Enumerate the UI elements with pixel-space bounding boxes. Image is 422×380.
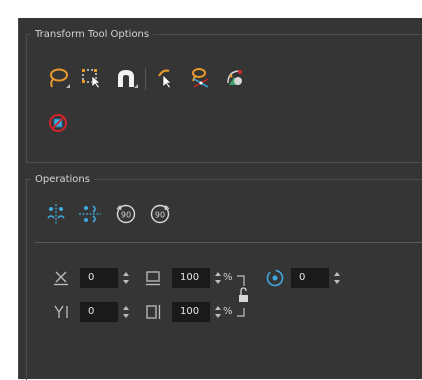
flip-horizontal-button[interactable] xyxy=(43,202,69,226)
width-field[interactable]: 100 xyxy=(172,268,210,288)
y-offset-field[interactable]: 0 xyxy=(80,302,118,322)
flip-vertical-icon xyxy=(78,203,102,225)
marquee-button[interactable] xyxy=(79,66,105,90)
rotate-90-cw-icon: 90 xyxy=(148,203,172,225)
rotate-90-cw-button[interactable]: 90 xyxy=(147,202,173,226)
angle-spinner[interactable] xyxy=(334,272,340,284)
y-offset-spinner[interactable] xyxy=(123,306,129,318)
height-spinner[interactable] xyxy=(215,306,221,318)
operations-group: Operations 90 90 0 100 % 0 0 100 % xyxy=(26,173,422,380)
rotate-90-ccw-icon: 90 xyxy=(114,203,138,225)
snap-button[interactable] xyxy=(113,66,139,90)
pivot-edit-button[interactable] xyxy=(187,66,213,90)
width-spinner[interactable] xyxy=(215,272,221,284)
y-offset-icon xyxy=(53,304,71,324)
height-field[interactable]: 100 xyxy=(172,302,210,322)
x-offset-spinner[interactable] xyxy=(123,272,129,284)
marquee-select-icon xyxy=(80,67,104,89)
pivot-edit-icon xyxy=(188,67,212,89)
flatten-button[interactable] xyxy=(45,111,71,135)
angle-field[interactable]: 0 xyxy=(291,268,329,288)
x-offset-field[interactable]: 0 xyxy=(80,268,118,288)
transform-tool-options-title: Transform Tool Options xyxy=(31,28,154,42)
x-offset-icon xyxy=(53,270,69,290)
flatten-icon xyxy=(46,112,70,134)
lock-ratio-icon[interactable] xyxy=(235,274,251,322)
height-icon xyxy=(145,304,161,324)
apply-to-all-button[interactable] xyxy=(221,66,247,90)
tool-properties-panel: Transform Tool Options Operations 90 90 … xyxy=(18,18,422,380)
height-unit: % xyxy=(223,306,233,317)
flip-vertical-button[interactable] xyxy=(77,202,103,226)
angle-icon xyxy=(265,268,285,292)
apply-to-all-icon xyxy=(222,67,246,89)
svg-text:90: 90 xyxy=(121,211,131,220)
lasso-button[interactable] xyxy=(45,66,71,90)
flip-horizontal-icon xyxy=(44,203,68,225)
rotate-90-ccw-button[interactable]: 90 xyxy=(113,202,139,226)
peg-select-button[interactable] xyxy=(153,66,179,90)
operations-title: Operations xyxy=(31,173,94,187)
svg-text:90: 90 xyxy=(155,211,165,220)
transform-tool-options-group: Transform Tool Options xyxy=(26,28,422,163)
width-unit: % xyxy=(223,272,233,283)
peg-select-icon xyxy=(154,67,178,89)
width-icon xyxy=(145,270,161,290)
